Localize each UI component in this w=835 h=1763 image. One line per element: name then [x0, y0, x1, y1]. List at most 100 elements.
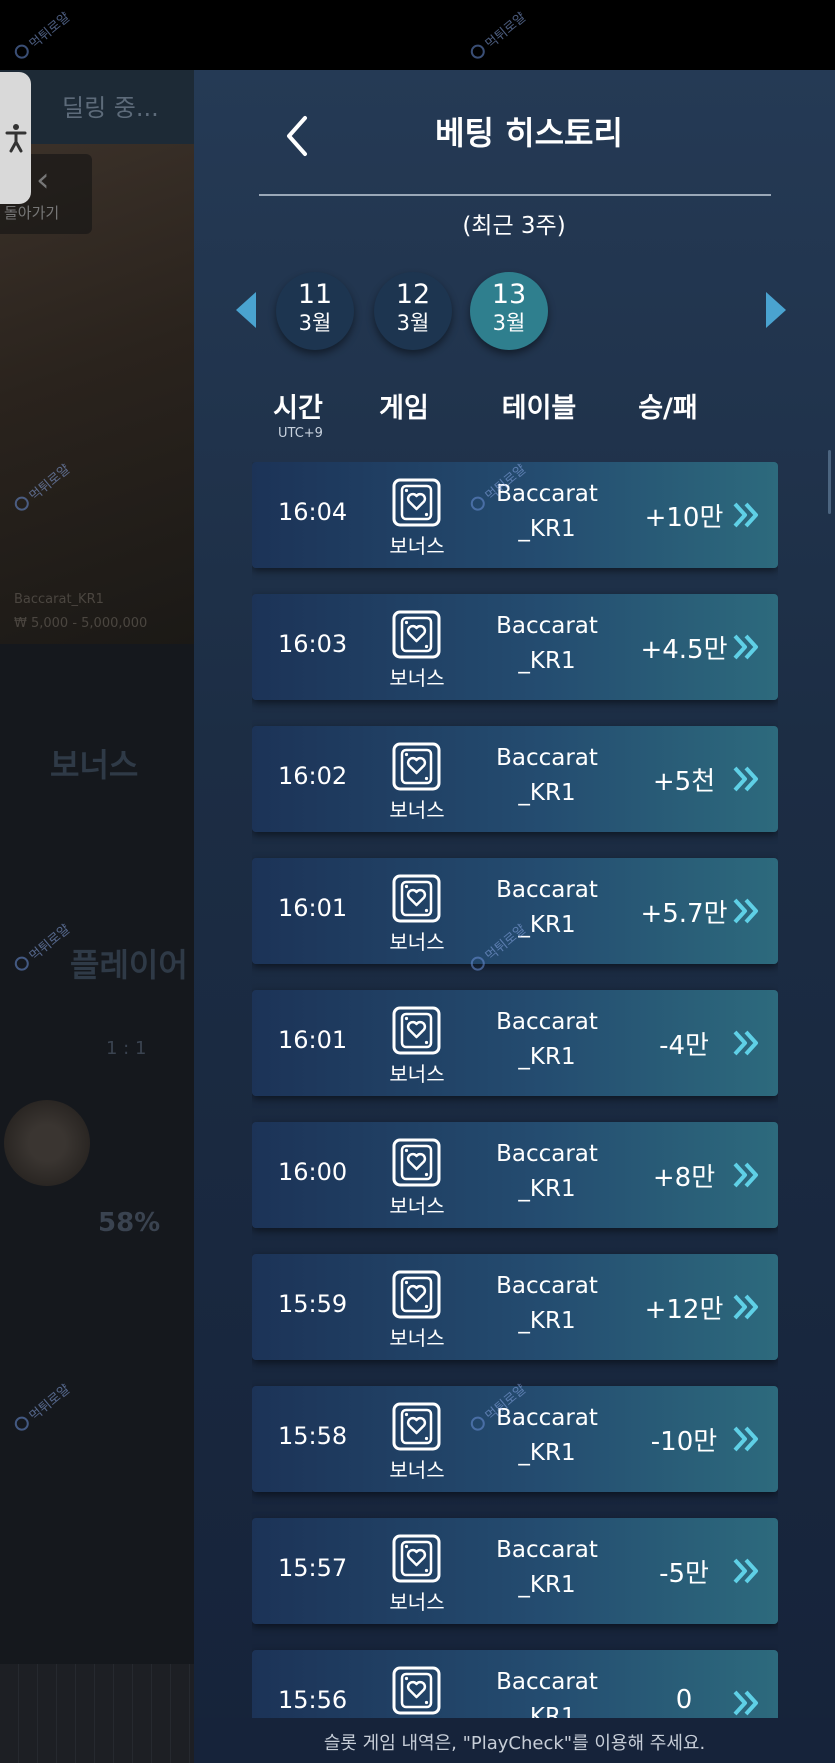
row-game: 보너스 — [389, 1194, 445, 1218]
date-month: 3월 — [396, 311, 430, 335]
history-row[interactable]: 16:02 보너스 Baccarat _KR1 +5천 — [252, 726, 778, 832]
history-row[interactable]: 16:04 보너스 Baccarat _KR1 +10만 — [252, 462, 778, 568]
history-row[interactable]: 15:56 Baccarat _KR1 0 — [252, 1650, 778, 1718]
next-dates-arrow-icon[interactable] — [766, 292, 786, 328]
history-row[interactable]: 15:59 보너스 Baccarat _KR1 +12만 — [252, 1254, 778, 1360]
row-table-line1: Baccarat — [496, 1669, 598, 1695]
date-13-selected[interactable]: 13 3월 — [470, 272, 548, 350]
double-chevron-right-icon[interactable] — [732, 1556, 760, 1586]
row-game: 보너스 — [389, 930, 445, 954]
title-divider — [259, 194, 771, 196]
date-month: 3월 — [298, 311, 332, 335]
double-chevron-right-icon[interactable] — [732, 500, 760, 530]
bonus-card-icon — [392, 742, 441, 791]
row-table-line1: Baccarat — [496, 877, 598, 903]
row-game: 보너스 — [389, 1590, 445, 1614]
date-month: 3월 — [492, 311, 526, 335]
bonus-card-icon — [392, 1270, 441, 1319]
history-row[interactable]: 15:58 보너스 Baccarat _KR1 -10만 — [252, 1386, 778, 1492]
row-table-line2: _KR1 — [518, 1704, 576, 1718]
row-table-line2: _KR1 — [518, 1572, 576, 1598]
background-roadmap — [0, 1664, 194, 1763]
row-table-line2: _KR1 — [518, 1044, 576, 1070]
row-time: 16:03 — [278, 630, 348, 658]
double-chevron-right-icon[interactable] — [732, 632, 760, 662]
scrollbar[interactable] — [828, 450, 831, 514]
chip-stack-icon — [4, 1100, 90, 1186]
bonus-card-icon — [392, 1534, 441, 1583]
double-chevron-right-icon[interactable] — [732, 1160, 760, 1190]
chevron-left-icon: ‹ — [36, 160, 50, 200]
back-button[interactable] — [280, 112, 314, 160]
period-subtitle: (최근 3주) — [462, 213, 566, 239]
row-time: 16:02 — [278, 762, 348, 790]
row-time: 16:01 — [278, 894, 348, 922]
row-table-line2: _KR1 — [518, 516, 576, 542]
row-game: 보너스 — [389, 1326, 445, 1350]
history-list: 16:04 보너스 Baccarat _KR1 +10만 16:03 보너스 Baccarat… — [252, 462, 778, 1718]
row-table-line1: Baccarat — [496, 1273, 598, 1299]
date-day: 13 — [491, 279, 527, 310]
column-header-timezone: UTC+9 — [278, 426, 323, 441]
top-bar — [0, 0, 835, 70]
bonus-card-icon — [392, 1006, 441, 1055]
row-time: 15:59 — [278, 1290, 348, 1318]
double-chevron-right-icon[interactable] — [732, 1028, 760, 1058]
date-11[interactable]: 11 3월 — [276, 272, 354, 350]
row-table-line1: Baccarat — [496, 481, 598, 507]
prev-dates-arrow-icon[interactable] — [236, 292, 256, 328]
date-day: 11 — [297, 279, 333, 310]
double-chevron-right-icon[interactable] — [732, 1292, 760, 1322]
history-row[interactable]: 16:01 보너스 Baccarat _KR1 -4만 — [252, 990, 778, 1096]
row-time: 16:01 — [278, 1026, 348, 1054]
footer-note: 슬롯 게임 내역은, "PlayCheck"를 이용해 주세요. — [194, 1718, 835, 1763]
bonus-card-icon — [392, 478, 441, 527]
row-game: 보너스 — [389, 1458, 445, 1482]
row-game: 보너스 — [389, 666, 445, 690]
double-chevron-right-icon[interactable] — [732, 764, 760, 794]
column-header-time: 시간 — [273, 393, 323, 424]
dealing-status: 딜링 중... — [62, 94, 159, 122]
accessibility-tab[interactable] — [0, 72, 31, 204]
row-game: 보너스 — [389, 1062, 445, 1086]
double-chevron-right-icon[interactable] — [732, 1424, 760, 1454]
bonus-card-icon — [392, 1138, 441, 1187]
accessibility-person-icon — [5, 124, 26, 153]
history-row[interactable]: 15:57 보너스 Baccarat _KR1 -5만 — [252, 1518, 778, 1624]
background-payout-ratio: 1 : 1 — [106, 1038, 147, 1059]
double-chevron-right-icon[interactable] — [732, 1688, 760, 1718]
row-table-line2: _KR1 — [518, 1176, 576, 1202]
row-time: 15:57 — [278, 1554, 348, 1582]
betting-history-panel: 베팅 히스토리 (최근 3주) 11 3월 12 3월 13 3월 시간 UTC… — [194, 70, 835, 1763]
date-12[interactable]: 12 3월 — [374, 272, 452, 350]
row-table-line2: _KR1 — [518, 1440, 576, 1466]
background-table-name: Baccarat_KR1 — [14, 592, 104, 607]
background-back-label: 돌아가기 — [4, 204, 60, 222]
history-row[interactable]: 16:00 보너스 Baccarat _KR1 +8만 — [252, 1122, 778, 1228]
row-game: 보너스 — [389, 798, 445, 822]
page-title: 베팅 히스토리 — [435, 114, 623, 152]
row-time: 15:58 — [278, 1422, 348, 1450]
row-time: 16:04 — [278, 498, 348, 526]
bonus-card-icon — [392, 1402, 441, 1451]
row-table-line2: _KR1 — [518, 780, 576, 806]
column-header-table: 테이블 — [501, 393, 577, 424]
row-table-line1: Baccarat — [496, 1141, 598, 1167]
bonus-card-icon — [392, 1666, 441, 1715]
row-table-line1: Baccarat — [496, 613, 598, 639]
column-header-game: 게임 — [379, 393, 429, 424]
history-row[interactable]: 16:01 보너스 Baccarat _KR1 +5.7만 — [252, 858, 778, 964]
bonus-card-icon — [392, 610, 441, 659]
row-table-line1: Baccarat — [496, 1405, 598, 1431]
row-table-line1: Baccarat — [496, 1537, 598, 1563]
date-day: 12 — [395, 279, 431, 310]
history-row[interactable]: 16:03 보너스 Baccarat _KR1 +4.5만 — [252, 594, 778, 700]
column-header-result: 승/패 — [638, 393, 698, 424]
row-time: 15:56 — [278, 1686, 348, 1714]
background-bonus-label: 보너스 — [50, 746, 139, 784]
row-table-line2: _KR1 — [518, 648, 576, 674]
double-chevron-right-icon[interactable] — [732, 896, 760, 926]
background-game-view: 딜링 중... ‹ 돌아가기 Baccarat_KR1 ₩ 5,000 - 5,… — [0, 70, 194, 1763]
row-table-line1: Baccarat — [496, 1009, 598, 1035]
row-game: 보너스 — [389, 534, 445, 558]
